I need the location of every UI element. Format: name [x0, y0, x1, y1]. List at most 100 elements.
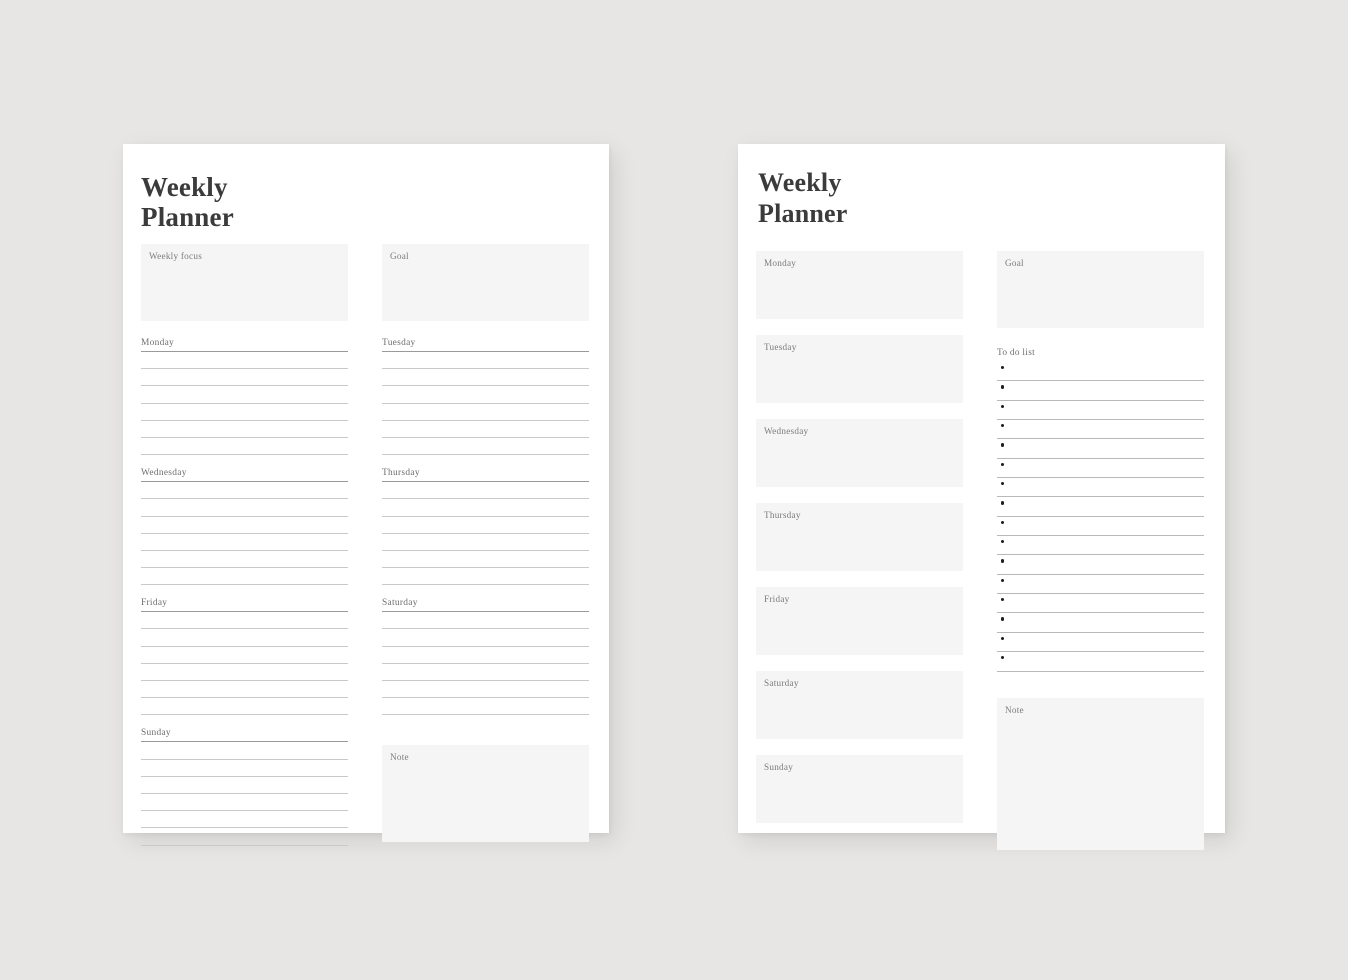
todo-item[interactable]: [997, 381, 1204, 401]
todo-item[interactable]: [997, 613, 1204, 633]
goal-label-boxed: Goal: [1005, 258, 1024, 268]
writing-line[interactable]: [141, 629, 348, 647]
writing-line[interactable]: [141, 664, 348, 681]
writing-line[interactable]: [382, 629, 589, 647]
writing-line[interactable]: [141, 794, 348, 812]
day-label-saturday: Saturday: [382, 598, 418, 609]
day-label-tuesday: Tuesday: [764, 342, 797, 352]
boxed-columns: Monday Tuesday Wednesday Thursday Friday…: [756, 251, 1206, 850]
goal-box-lined[interactable]: Goal: [382, 244, 589, 321]
writing-line[interactable]: [141, 499, 348, 517]
writing-line[interactable]: [382, 369, 589, 387]
todo-item[interactable]: [997, 439, 1204, 459]
writing-line[interactable]: [382, 664, 589, 681]
todo-item[interactable]: [997, 401, 1204, 421]
todo-item[interactable]: [997, 575, 1204, 595]
bullet-icon: [1001, 540, 1005, 544]
day-box-monday[interactable]: Monday: [756, 251, 963, 319]
writing-line[interactable]: [382, 568, 589, 586]
writing-line[interactable]: [382, 404, 589, 421]
day-label-wednesday: Wednesday: [764, 426, 809, 436]
writing-line[interactable]: [382, 482, 589, 500]
bullet-icon: [1001, 501, 1005, 505]
writing-line[interactable]: [382, 534, 589, 551]
writing-lines-sunday[interactable]: [141, 742, 348, 846]
day-section-tuesday: Tuesday: [382, 337, 589, 456]
writing-lines-friday[interactable]: [141, 612, 348, 716]
writing-line[interactable]: [141, 681, 348, 699]
day-box-tuesday[interactable]: Tuesday: [756, 335, 963, 403]
day-box-sunday[interactable]: Sunday: [756, 755, 963, 823]
day-label-thursday: Thursday: [764, 510, 801, 520]
writing-line[interactable]: [141, 438, 348, 456]
todo-item[interactable]: [997, 633, 1204, 653]
writing-line[interactable]: [141, 828, 348, 846]
writing-line[interactable]: [382, 551, 589, 569]
day-label-thursday: Thursday: [382, 468, 420, 479]
writing-line[interactable]: [382, 438, 589, 456]
todo-item[interactable]: [997, 555, 1204, 575]
writing-line[interactable]: [141, 404, 348, 421]
todo-item[interactable]: [997, 362, 1204, 382]
todo-item[interactable]: [997, 478, 1204, 498]
day-box-saturday[interactable]: Saturday: [756, 671, 963, 739]
writing-line[interactable]: [141, 551, 348, 569]
bullet-icon: [1001, 520, 1005, 524]
todo-item[interactable]: [997, 517, 1204, 537]
day-box-friday[interactable]: Friday: [756, 587, 963, 655]
writing-line[interactable]: [141, 698, 348, 716]
page-title-line1: Weekly: [141, 172, 228, 202]
todo-list-heading: To do list: [997, 348, 1035, 358]
writing-line[interactable]: [141, 568, 348, 586]
todo-item[interactable]: [997, 459, 1204, 479]
writing-line[interactable]: [382, 421, 589, 438]
writing-line[interactable]: [141, 369, 348, 387]
page-title-line2: Planner: [141, 202, 234, 232]
day-section-sunday: Sunday: [141, 727, 348, 846]
writing-line[interactable]: [141, 811, 348, 829]
writing-line[interactable]: [141, 352, 348, 370]
writing-line[interactable]: [141, 534, 348, 551]
writing-line[interactable]: [141, 777, 348, 794]
todo-item[interactable]: [997, 497, 1204, 517]
weekly-focus-label: Weekly focus: [149, 251, 203, 261]
todo-item[interactable]: [997, 536, 1204, 556]
writing-line[interactable]: [141, 612, 348, 630]
lined-column-left: Weekly focus Monday Wednesday Friday Sun…: [141, 244, 348, 846]
writing-line[interactable]: [382, 499, 589, 517]
writing-line[interactable]: [382, 647, 589, 664]
planner-page-boxed: Weekly Planner Monday Tuesday Wednesday …: [738, 144, 1225, 850]
writing-line[interactable]: [382, 698, 589, 716]
todo-list[interactable]: [997, 362, 1204, 672]
todo-item[interactable]: [997, 652, 1204, 672]
writing-line[interactable]: [382, 681, 589, 699]
day-label-tuesday: Tuesday: [382, 338, 416, 348]
day-label-wednesday: Wednesday: [141, 468, 187, 479]
writing-line[interactable]: [382, 612, 589, 630]
writing-line[interactable]: [141, 517, 348, 534]
goal-box-boxed[interactable]: Goal: [997, 251, 1204, 328]
todo-item[interactable]: [997, 420, 1204, 440]
writing-line[interactable]: [141, 386, 348, 404]
writing-lines-thursday[interactable]: [382, 482, 589, 586]
writing-line[interactable]: [382, 517, 589, 534]
note-box-lined[interactable]: Note: [382, 745, 589, 843]
writing-line[interactable]: [382, 352, 589, 370]
writing-line[interactable]: [382, 386, 589, 404]
day-label-friday: Friday: [141, 598, 168, 609]
day-box-wednesday[interactable]: Wednesday: [756, 419, 963, 487]
lined-columns: Weekly focus Monday Wednesday Friday Sun…: [141, 244, 590, 846]
weekly-focus-box[interactable]: Weekly focus: [141, 244, 348, 321]
note-box-boxed[interactable]: Note: [997, 697, 1204, 850]
writing-line[interactable]: [141, 421, 348, 438]
day-box-thursday[interactable]: Thursday: [756, 503, 963, 571]
writing-line[interactable]: [141, 482, 348, 500]
writing-line[interactable]: [141, 742, 348, 760]
writing-lines-wednesday[interactable]: [141, 482, 348, 586]
writing-lines-saturday[interactable]: [382, 612, 589, 716]
todo-item[interactable]: [997, 594, 1204, 614]
writing-lines-tuesday[interactable]: [382, 352, 589, 456]
writing-line[interactable]: [141, 760, 348, 777]
writing-line[interactable]: [141, 647, 348, 664]
writing-lines-monday[interactable]: [141, 352, 348, 456]
